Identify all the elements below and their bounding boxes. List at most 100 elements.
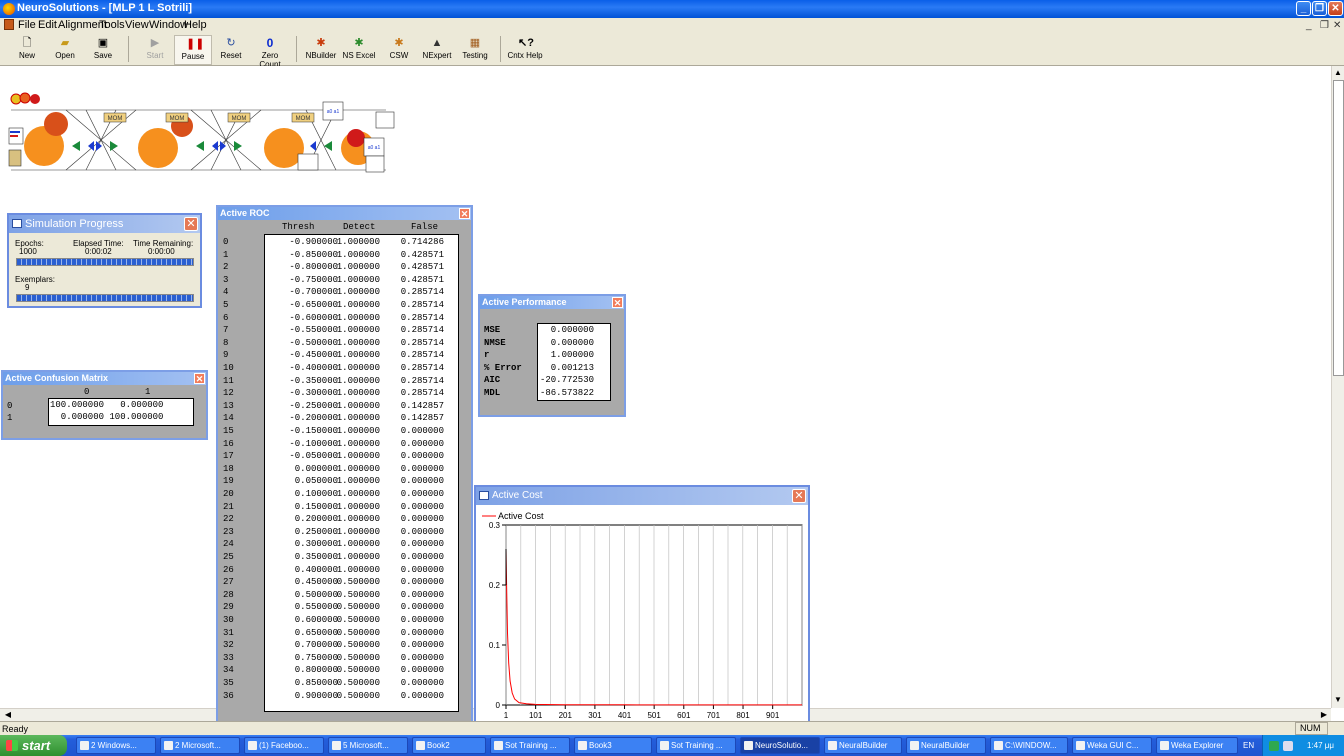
- roc-detect-cell: 0.500000: [336, 690, 380, 701]
- close-icon[interactable]: ✕: [612, 297, 623, 308]
- taskbar-task[interactable]: 2 Windows...: [76, 737, 156, 754]
- scroll-left-icon[interactable]: ◀: [2, 709, 14, 721]
- window-title: NeuroSolutions - [MLP 1 L Sotrili]: [17, 2, 192, 14]
- save-button[interactable]: ▣ Save: [84, 35, 122, 65]
- roc-window[interactable]: Active ROC ✕ Thresh Detect False 0 -0.900…: [216, 205, 473, 726]
- testing-button[interactable]: ▦ Testing: [456, 35, 494, 65]
- language-indicator[interactable]: EN: [1243, 735, 1254, 756]
- roc-detect-cell: 1.000000: [336, 552, 380, 562]
- cost-window[interactable]: Active Cost ✕ 1 101 201 301 401 501 601 701 801 9…: [474, 485, 810, 725]
- roc-detect-cell: 0.500000: [336, 577, 380, 588]
- roc-row-index: 0: [223, 237, 229, 247]
- start-button[interactable]: start: [0, 735, 67, 756]
- taskbar-task[interactable]: 5 Microsoft...: [328, 737, 408, 754]
- roc-detect-cell: 1.000000: [336, 501, 380, 512]
- taskbar-task[interactable]: Book2: [412, 737, 486, 754]
- taskbar-task[interactable]: (1) Faceboo...: [244, 737, 324, 754]
- simulation-progress-window[interactable]: Simulation Progress ✕ Epochs: 1000 Elaps…: [7, 213, 202, 308]
- taskbar-task[interactable]: 2 Microsoft...: [160, 737, 240, 754]
- roc-detect-cell: 1.000000: [336, 539, 380, 550]
- roc-detect-cell: 1.000000: [336, 564, 380, 575]
- close-icon[interactable]: ✕: [194, 373, 205, 384]
- confusion-matrix-titlebar[interactable]: Active Confusion Matrix ✕: [3, 372, 206, 385]
- cost-title: Active Cost: [492, 490, 543, 501]
- roc-detect-cell: 0.500000: [336, 678, 380, 688]
- taskbar-task[interactable]: NeuralBuilder: [906, 737, 986, 754]
- roc-detect-cell: 1.000000: [336, 337, 380, 348]
- menu-window[interactable]: Window: [149, 19, 188, 31]
- roc-titlebar[interactable]: Active ROC ✕: [218, 207, 471, 220]
- close-icon[interactable]: ✕: [459, 208, 470, 219]
- restore-button[interactable]: ❐: [1312, 1, 1327, 16]
- menu-tools[interactable]: Tools: [99, 19, 125, 31]
- taskbar-task[interactable]: C:\WINDOW...: [990, 737, 1068, 754]
- taskbar-task[interactable]: NeuralBuilder: [824, 737, 902, 754]
- scroll-right-icon[interactable]: ▶: [1318, 709, 1330, 721]
- close-icon[interactable]: ✕: [184, 217, 198, 231]
- menu-help[interactable]: Help: [184, 19, 207, 31]
- roc-false-cell: 0.000000: [400, 577, 444, 588]
- roc-row-index: 23: [223, 526, 234, 537]
- mdi-minimize-icon[interactable]: _: [1306, 20, 1312, 31]
- taskbar-task[interactable]: Sot Training ...: [656, 737, 736, 754]
- scroll-down-icon[interactable]: ▼: [1332, 694, 1344, 706]
- nbuilder-button[interactable]: ✱ NBuilder: [302, 35, 340, 65]
- vertical-scrollbar[interactable]: ▲ ▼: [1331, 66, 1344, 708]
- confusion-col-header: 0: [84, 387, 90, 397]
- csw-button[interactable]: ✱ CSW: [380, 35, 418, 65]
- task-app-icon: [332, 741, 341, 750]
- confusion-matrix-window[interactable]: Active Confusion Matrix ✕ 0 1 0 1 100.00…: [1, 370, 208, 440]
- scroll-thumb[interactable]: [1333, 80, 1344, 376]
- open-button[interactable]: ▰ Open: [46, 35, 84, 65]
- document-icon[interactable]: [4, 19, 14, 30]
- network-icon[interactable]: [1269, 741, 1279, 751]
- nsexcel-button[interactable]: ✱ NS Excel: [340, 35, 378, 65]
- taskbar-task[interactable]: Weka GUI C...: [1072, 737, 1152, 754]
- zero-count-button[interactable]: 0 Zero Count: [250, 35, 290, 69]
- taskbar-task[interactable]: NeuroSolutio...: [740, 737, 820, 754]
- reset-button[interactable]: ↻ Reset: [212, 35, 250, 65]
- context-help-button[interactable]: ↖? Cntx Help: [506, 35, 544, 65]
- menu-view[interactable]: View: [125, 19, 149, 31]
- menu-file[interactable]: File: [18, 19, 36, 31]
- close-icon[interactable]: ✕: [792, 489, 806, 503]
- roc-row-index: 10: [223, 363, 234, 373]
- roc-false-cell: 0.000000: [400, 489, 444, 499]
- new-file-icon: 🗋: [22, 37, 32, 49]
- roc-row-index: 2: [223, 262, 229, 273]
- mdi-restore-icon[interactable]: ❐: [1320, 20, 1329, 31]
- taskbar-task[interactable]: Sot Training ...: [490, 737, 570, 754]
- taskbar-task[interactable]: Book3: [574, 737, 652, 754]
- roc-row-index: 13: [223, 400, 234, 411]
- roc-row-index: 9: [223, 350, 229, 361]
- performance-titlebar[interactable]: Active Performance ✕: [480, 296, 624, 309]
- close-button[interactable]: ✕: [1328, 1, 1343, 16]
- new-button[interactable]: 🗋 New: [8, 35, 46, 65]
- minimize-button[interactable]: _: [1296, 1, 1311, 16]
- roc-detect-cell: 1.000000: [336, 463, 380, 474]
- scroll-up-icon[interactable]: ▲: [1332, 67, 1344, 79]
- roc-row-index: 35: [223, 678, 234, 688]
- roc-thresh-cell: 0.550000: [294, 602, 338, 613]
- nexpert-button[interactable]: ▲ NExpert: [418, 35, 456, 65]
- confusion-row-label: 1: [7, 413, 13, 423]
- network-breadboard[interactable]: MOM MOM MOM MOM a0 a1 a0 a1: [6, 88, 398, 178]
- performance-window[interactable]: Active Performance ✕ MSE 0.000000 NMSE 0.00…: [478, 294, 626, 417]
- roc-false-cell: 0.000000: [400, 552, 444, 562]
- roc-row-index: 12: [223, 388, 234, 399]
- roc-thresh-cell: 0.600000: [294, 615, 338, 625]
- csw-label: CSW: [389, 51, 409, 60]
- volume-icon[interactable]: [1283, 741, 1293, 751]
- pause-button[interactable]: ❚❚ Pause: [174, 35, 212, 65]
- task-label: NeuroSolutio...: [755, 741, 808, 750]
- app-icon: [3, 3, 15, 15]
- cost-titlebar[interactable]: Active Cost ✕: [476, 487, 808, 505]
- start-button[interactable]: ▶ Start: [136, 35, 174, 65]
- roc-thresh-cell: 0.700000: [294, 640, 338, 651]
- roc-thresh-cell: -0.550000: [289, 325, 338, 336]
- reset-label: Reset: [220, 51, 242, 60]
- taskbar-task[interactable]: Weka Explorer: [1156, 737, 1238, 754]
- simulation-progress-titlebar[interactable]: Simulation Progress ✕: [9, 215, 200, 233]
- mdi-close-icon[interactable]: ✕: [1333, 20, 1341, 31]
- menu-edit[interactable]: Edit: [38, 19, 57, 31]
